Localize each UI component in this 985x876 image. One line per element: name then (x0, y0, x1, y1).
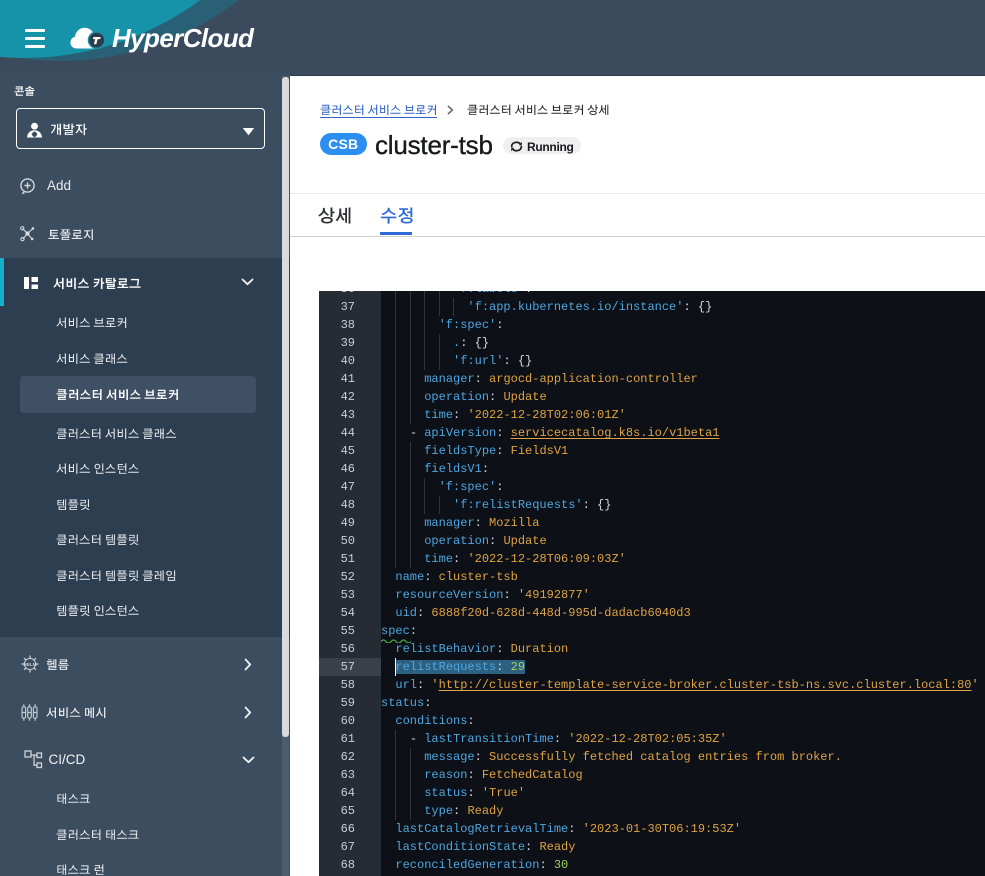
svg-text:HELM: HELM (23, 662, 36, 667)
